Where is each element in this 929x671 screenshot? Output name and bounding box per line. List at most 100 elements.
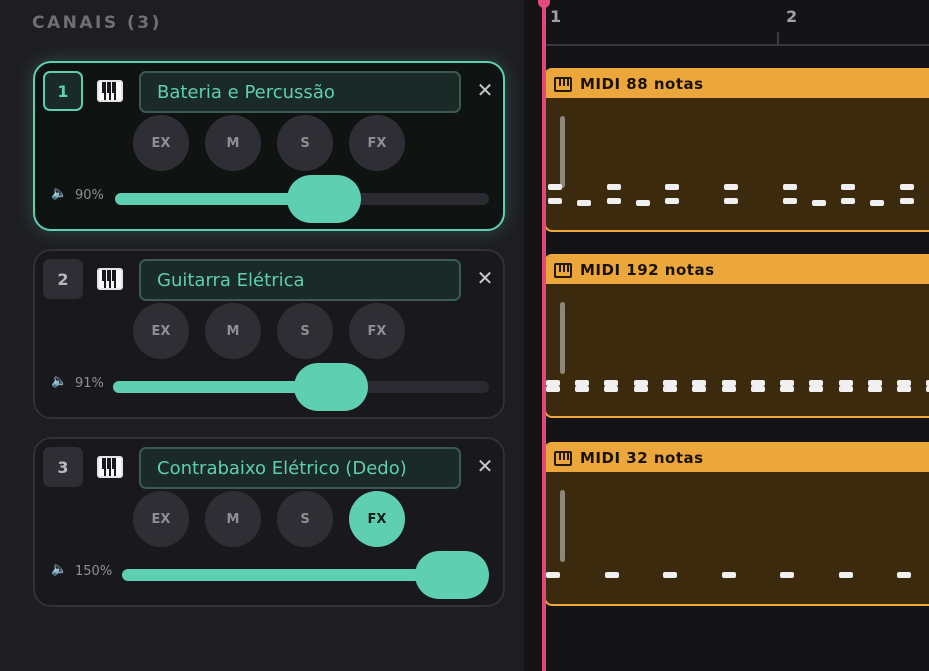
volume-fill	[122, 569, 452, 581]
midi-piano-icon	[554, 262, 572, 278]
midi-piano-icon	[554, 76, 572, 92]
clip-title: MIDI 192 notas	[580, 261, 715, 279]
piano-icon	[97, 268, 123, 290]
midi-note	[663, 386, 677, 392]
mute-button[interactable]: M	[205, 303, 261, 359]
midi-piano-icon	[554, 450, 572, 466]
ex-button[interactable]: EX	[133, 491, 189, 547]
midi-note	[665, 184, 679, 190]
channel-name-field[interactable]: Guitarra Elétrica	[139, 259, 461, 301]
clip-header[interactable]: MIDI 192 notas	[546, 256, 929, 284]
midi-note	[783, 184, 797, 190]
midi-note	[548, 184, 562, 190]
volume-knob[interactable]	[294, 363, 369, 411]
piano-icon	[97, 80, 123, 102]
fx-button[interactable]: FX	[349, 491, 405, 547]
velocity-bar	[560, 490, 565, 562]
clip-title: MIDI 32 notas	[580, 449, 704, 467]
midi-note	[900, 184, 914, 190]
midi-note	[605, 572, 619, 578]
mute-button[interactable]: M	[205, 115, 261, 171]
ex-button[interactable]: EX	[133, 115, 189, 171]
midi-note	[841, 184, 855, 190]
midi-note	[839, 386, 853, 392]
midi-clip-3[interactable]: MIDI 32 notas	[544, 442, 929, 606]
app-root: CANAIS (3) 1 Bateria e Percussão ✕ EX M …	[0, 0, 929, 671]
midi-note	[839, 572, 853, 578]
volume-percent: 150%	[75, 564, 113, 579]
midi-note	[604, 386, 618, 392]
fx-button[interactable]: FX	[349, 303, 405, 359]
clip-header[interactable]: MIDI 32 notas	[546, 444, 929, 472]
midi-note	[548, 198, 562, 204]
velocity-bar	[560, 302, 565, 374]
midi-note	[722, 572, 736, 578]
midi-note	[897, 386, 911, 392]
midi-note	[751, 386, 765, 392]
timeline-ruler[interactable]: 1 2	[546, 0, 929, 46]
volume-slider[interactable]	[113, 363, 489, 411]
midi-note	[663, 572, 677, 578]
midi-clip-2[interactable]: MIDI 192 notas	[544, 254, 929, 418]
ex-button[interactable]: EX	[133, 303, 189, 359]
channel-number: 1	[43, 71, 83, 111]
volume-slider[interactable]	[122, 551, 489, 599]
channel-buttons: EX M S FX	[133, 491, 407, 547]
piano-icon	[97, 456, 123, 478]
speaker-icon: 🔈	[51, 374, 68, 389]
midi-note	[809, 386, 823, 392]
speaker-icon: 🔈	[51, 562, 68, 577]
midi-note	[577, 200, 591, 206]
volume-slider[interactable]	[115, 175, 489, 223]
solo-button[interactable]: S	[277, 491, 333, 547]
mute-button[interactable]: M	[205, 491, 261, 547]
ruler-marker-1: 1	[550, 7, 562, 26]
volume-percent: 90%	[75, 188, 104, 203]
midi-note	[812, 200, 826, 206]
midi-note	[607, 184, 621, 190]
midi-note	[546, 572, 560, 578]
midi-note	[634, 386, 648, 392]
close-icon[interactable]: ✕	[473, 454, 497, 478]
midi-note	[870, 200, 884, 206]
midi-note	[783, 198, 797, 204]
speaker-icon: 🔈	[51, 186, 68, 201]
midi-note	[575, 386, 589, 392]
midi-note	[868, 386, 882, 392]
solo-button[interactable]: S	[277, 115, 333, 171]
channel-card-2[interactable]: 2 Guitarra Elétrica ✕ EX M S FX 🔈 91%	[33, 249, 505, 419]
midi-note	[607, 198, 621, 204]
midi-note	[780, 386, 794, 392]
clip-header[interactable]: MIDI 88 notas	[546, 70, 929, 98]
close-icon[interactable]: ✕	[473, 78, 497, 102]
fx-button[interactable]: FX	[349, 115, 405, 171]
midi-note	[724, 184, 738, 190]
timeline[interactable]: 1 2 MIDI 88 notas MIDI 192 notas MIDI 32	[524, 0, 929, 671]
midi-note	[900, 198, 914, 204]
volume-knob[interactable]	[287, 175, 362, 223]
channel-buttons: EX M S FX	[133, 115, 407, 171]
midi-note	[897, 572, 911, 578]
midi-note	[841, 198, 855, 204]
volume-knob[interactable]	[415, 551, 489, 599]
channel-number: 3	[43, 447, 83, 487]
midi-note	[665, 198, 679, 204]
midi-note	[722, 386, 736, 392]
channel-number: 2	[43, 259, 83, 299]
midi-clip-1[interactable]: MIDI 88 notas	[544, 68, 929, 232]
channel-name-field[interactable]: Bateria e Percussão	[139, 71, 461, 113]
velocity-bar	[560, 116, 565, 188]
solo-button[interactable]: S	[277, 303, 333, 359]
channel-card-3[interactable]: 3 Contrabaixo Elétrico (Dedo) ✕ EX M S F…	[33, 437, 505, 607]
channel-name-field[interactable]: Contrabaixo Elétrico (Dedo)	[139, 447, 461, 489]
midi-note	[780, 572, 794, 578]
midi-note	[636, 200, 650, 206]
playhead[interactable]	[542, 0, 546, 671]
channel-card-1[interactable]: 1 Bateria e Percussão ✕ EX M S FX 🔈 90%	[33, 61, 505, 231]
panel-title: CANAIS (3)	[32, 13, 162, 33]
volume-percent: 91%	[75, 376, 104, 391]
channels-panel: CANAIS (3) 1 Bateria e Percussão ✕ EX M …	[0, 0, 524, 671]
midi-note	[546, 386, 560, 392]
ruler-tick	[777, 32, 779, 46]
close-icon[interactable]: ✕	[473, 266, 497, 290]
